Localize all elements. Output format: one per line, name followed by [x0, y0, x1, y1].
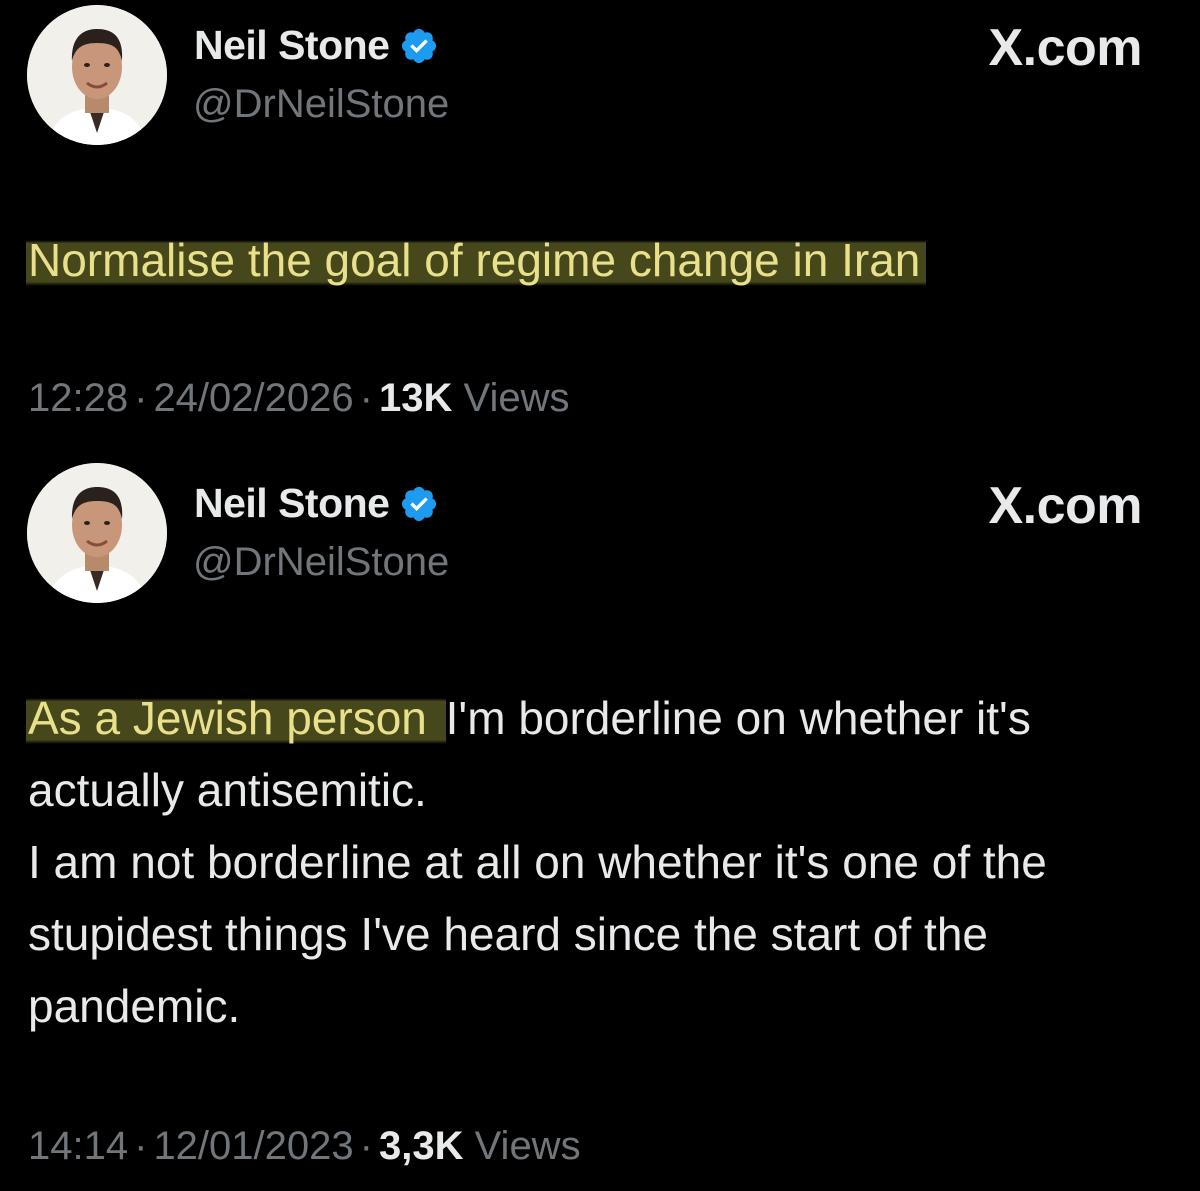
views-count[interactable]: 13K	[379, 376, 452, 420]
views-label: Views	[474, 1124, 581, 1168]
tweet-text: As a Jewish person I'm borderline on whe…	[26, 682, 1160, 1042]
site-label: X.com	[988, 18, 1142, 78]
avatar[interactable]	[27, 5, 167, 145]
profile-photo-icon	[27, 463, 167, 603]
author-handle[interactable]: @DrNeilStone	[193, 540, 449, 585]
verified-badge-icon	[402, 486, 437, 521]
site-label-text: X.com	[988, 477, 1142, 535]
tweet-text: Normalise the goal of regime change in I…	[26, 224, 1160, 296]
tweet-date[interactable]: 12/01/2023	[153, 1124, 353, 1168]
verified-badge-icon	[402, 28, 437, 63]
tweet-card: Neil Stone @DrNeilStone X.com As a Jewis…	[0, 460, 1200, 1191]
author-row: Neil Stone	[194, 22, 439, 69]
tweet-time[interactable]: 14:14	[28, 1124, 128, 1168]
highlighted-text: As a Jewish person	[26, 692, 446, 744]
tweet-meta: 14:14 · 12/01/2023 · 3,3K Views	[28, 1124, 581, 1168]
tweet-date[interactable]: 24/02/2026	[153, 376, 353, 420]
views-label: Views	[463, 376, 570, 420]
highlighted-text: Normalise the goal of regime change in I…	[26, 234, 927, 286]
tweet-meta: 12:28 · 24/02/2026 · 13K Views	[28, 376, 570, 420]
tweet-card: Neil Stone @DrNeilStone X.com Normalise …	[0, 0, 1200, 460]
author-row: Neil Stone	[194, 480, 439, 527]
author-name[interactable]: Neil Stone	[194, 480, 390, 527]
profile-photo-icon	[27, 5, 167, 145]
site-label-text: X.com	[988, 19, 1142, 77]
site-label: X.com	[988, 476, 1142, 536]
views-count[interactable]: 3,3K	[379, 1124, 464, 1168]
tweet-time[interactable]: 12:28	[28, 376, 128, 420]
author-name[interactable]: Neil Stone	[194, 22, 390, 69]
avatar[interactable]	[27, 463, 167, 603]
author-handle[interactable]: @DrNeilStone	[193, 82, 449, 127]
